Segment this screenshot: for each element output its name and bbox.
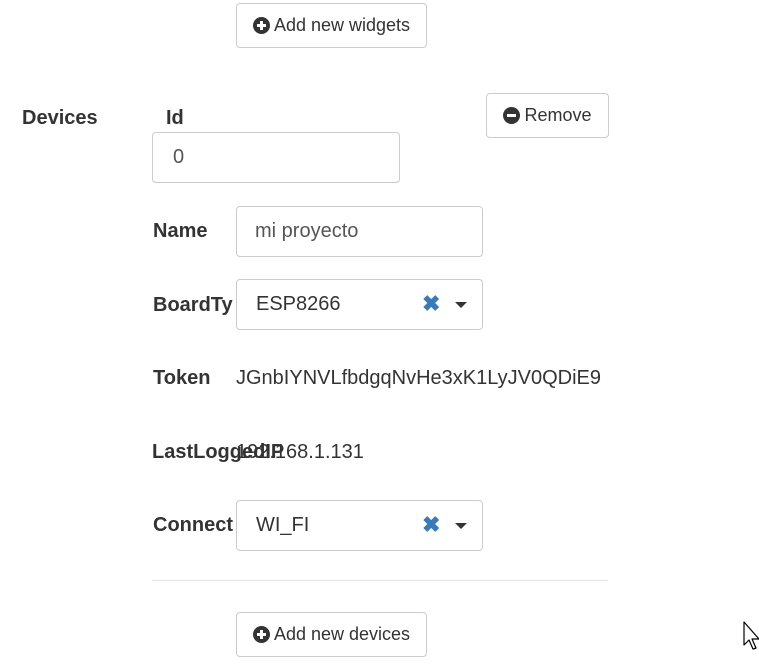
name-input[interactable] <box>236 206 483 257</box>
board-type-label: BoardTy <box>153 294 233 316</box>
add-devices-button[interactable]: Add new devices <box>236 612 427 657</box>
clear-icon[interactable]: ✖ <box>422 291 440 317</box>
caret-down-icon[interactable] <box>455 523 467 529</box>
token-value: JGnbIYNVLfbdgqNvHe3xK1LyJV0QDiE9 <box>236 367 601 389</box>
name-label: Name <box>153 220 208 242</box>
board-type-select[interactable]: ESP8266 ✖ <box>236 279 483 330</box>
last-logged-ip-value: 192.168.1.131 <box>236 441 364 463</box>
plus-circle-icon <box>252 17 270 34</box>
remove-label: Remove <box>524 105 592 125</box>
plus-circle-icon <box>252 626 270 643</box>
connect-select[interactable]: WI_FI ✖ <box>236 500 483 551</box>
minus-circle-icon <box>503 107 521 124</box>
devices-section-label: Devices <box>22 107 98 129</box>
remove-device-button[interactable]: Remove <box>486 93 609 138</box>
add-devices-label: Add new devices <box>273 624 411 644</box>
connect-value: WI_FI <box>256 514 310 536</box>
id-input[interactable] <box>152 132 400 183</box>
id-label: Id <box>166 107 184 129</box>
caret-down-icon[interactable] <box>455 302 467 308</box>
add-widgets-button[interactable]: Add new widgets <box>236 3 427 48</box>
mouse-pointer-icon <box>743 621 759 650</box>
clear-icon[interactable]: ✖ <box>422 512 440 538</box>
board-type-value: ESP8266 <box>256 293 341 315</box>
connect-label: Connect <box>153 514 233 536</box>
section-divider <box>152 580 608 581</box>
token-label: Token <box>153 367 211 389</box>
add-widgets-label: Add new widgets <box>273 15 411 35</box>
